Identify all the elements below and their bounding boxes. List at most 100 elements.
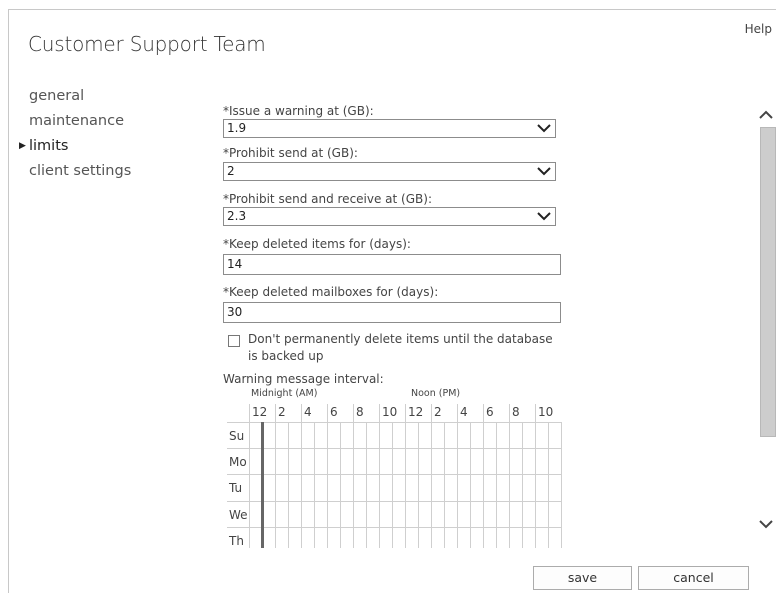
grid-line [379,422,380,548]
warning-select[interactable]: 1.9 [223,119,556,138]
grid-line [353,404,354,422]
hour-label: 6 [330,405,338,419]
grid-line [366,422,367,548]
save-button[interactable]: save [533,566,632,590]
grid-line [327,422,328,548]
grid-line [522,422,523,548]
grid-line [509,404,510,422]
hour-label: 10 [382,405,398,419]
prohibit-send-receive-value: 2.3 [227,209,247,223]
keep-items-label: *Keep deleted items for (days): [223,237,411,251]
grid-line [340,422,341,548]
grid-line [275,404,276,422]
grid-line [561,422,562,548]
grid-line [470,422,471,548]
selection-marker [261,422,264,548]
grid-line [444,422,445,548]
grid-line [535,404,536,422]
grid-line [509,422,510,548]
page-title: Customer Support Team [28,32,266,56]
side-nav: general maintenance ▶ limits client setti… [19,84,131,184]
prohibit-send-value: 2 [227,164,235,178]
grid-line [431,404,432,422]
hour-label: 6 [486,405,494,419]
backup-checkbox-label-2: is backed up [248,349,324,363]
nav-item-general[interactable]: general [19,84,131,109]
day-label: We [229,507,248,522]
day-label: Tu [229,481,243,496]
chevron-down-icon [537,212,551,221]
help-link[interactable]: Help [745,22,772,36]
grid-line [431,422,432,548]
grid-line [483,404,484,422]
keep-items-value: 14 [227,257,243,271]
keep-mailboxes-value: 30 [227,305,243,319]
grid-line [353,422,354,548]
hour-label: 8 [512,405,520,419]
grid-line [227,526,561,528]
midnight-label: Midnight (AM) [251,388,318,399]
grid-line [227,474,561,476]
nav-item-label: maintenance [29,113,124,129]
hour-label: 4 [460,405,468,419]
backup-checkbox-label: Don't permanently delete items until the… [248,332,553,346]
nav-item-client-settings[interactable]: client settings [19,159,131,184]
grid-line [418,422,419,548]
nav-item-label: general [29,88,85,104]
grid-line [548,422,549,548]
grid-line [392,422,393,548]
grid-line [227,448,561,450]
prohibit-send-label: *Prohibit send at (GB): [223,146,358,160]
prohibit-send-receive-label: *Prohibit send and receive at (GB): [223,192,432,206]
chevron-down-icon[interactable] [759,519,773,529]
nav-item-maintenance[interactable]: maintenance [19,109,131,134]
hour-label: 2 [278,405,286,419]
noon-label: Noon (PM) [411,388,461,399]
grid-line [227,500,561,502]
day-label: Th [229,533,244,548]
hour-label: 12 [408,405,424,419]
day-label: Su [229,429,245,443]
warning-value: 1.9 [227,121,247,135]
grid-line [405,422,406,548]
grid-line [288,422,289,548]
grid-line [535,422,536,548]
keep-items-input[interactable]: 14 [223,254,561,275]
scrollbar-thumb[interactable] [760,127,776,437]
grid-line [314,422,315,548]
triangle-right-icon: ▶ [19,141,26,151]
grid-line [301,404,302,422]
grid-line [275,422,276,548]
grid-line [483,422,484,548]
hour-label: 2 [434,405,442,419]
grid-line [405,404,406,422]
hour-label: 10 [538,405,554,419]
warning-label: *Issue a warning at (GB): [223,104,374,118]
nav-item-limits[interactable]: ▶ limits [19,134,131,159]
grid-line [249,404,250,422]
grid-line [457,422,458,548]
hour-label: 4 [304,405,312,419]
grid-line [496,422,497,548]
grid-line [327,404,328,422]
day-label: Mo [229,455,247,470]
prohibit-send-receive-select[interactable]: 2.3 [223,207,556,226]
keep-mailboxes-input[interactable]: 30 [223,302,561,323]
grid-line [227,422,561,423]
grid-line [249,422,250,548]
backup-checkbox[interactable] [228,335,240,347]
hour-label: 8 [356,405,364,419]
chevron-up-icon[interactable] [759,110,773,120]
grid-line [301,422,302,548]
hour-label: 12 [252,405,268,419]
grid-line [379,404,380,422]
cancel-button[interactable]: cancel [638,566,749,590]
chevron-down-icon [537,124,551,133]
nav-item-label: limits [29,138,69,154]
nav-item-label: client settings [29,163,132,179]
chevron-down-icon [537,167,551,176]
grid-line [457,404,458,422]
keep-mailboxes-label: *Keep deleted mailboxes for (days): [223,285,439,299]
interval-label: Warning message interval: [223,372,384,386]
prohibit-send-select[interactable]: 2 [223,162,556,181]
